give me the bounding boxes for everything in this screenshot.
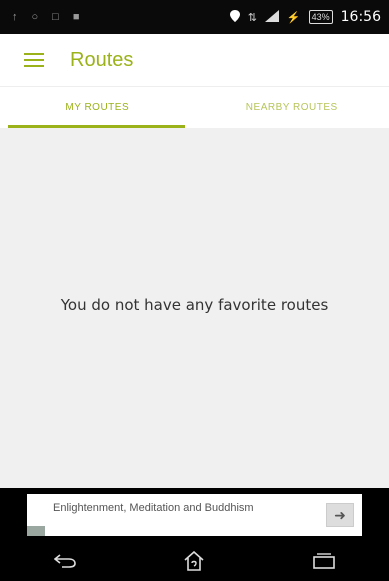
battery-indicator: 43% <box>308 10 333 24</box>
status-left-icons: ↑ ○ □ ■ <box>12 11 79 23</box>
mobile-data-icon: ⇅ <box>247 11 257 24</box>
tab-nearby-routes[interactable]: NEARBY ROUTES <box>195 87 389 128</box>
media-icon: ■ <box>72 11 80 23</box>
page-title: Routes <box>70 48 134 71</box>
location-pin-icon <box>229 9 240 25</box>
tab-bar: MY ROUTES NEARBY ROUTES <box>0 86 389 128</box>
ad-card[interactable]: Enlightenment, Meditation and Buddhism ➜ <box>27 494 362 536</box>
status-right-icons: ⇅ ⚡ 43% 16:56 <box>229 9 381 25</box>
screenshot-icon: □ <box>52 11 59 23</box>
notification-icon: ↑ <box>12 11 18 23</box>
ad-banner: Enlightenment, Meditation and Buddhism ➜ <box>0 488 389 540</box>
arrow-right-icon[interactable]: ➜ <box>326 503 354 527</box>
app-bar: Routes <box>0 34 389 86</box>
charging-icon: ⚡ <box>286 11 301 24</box>
navigation-bar <box>0 540 389 581</box>
home-icon[interactable] <box>174 546 214 576</box>
tab-my-routes[interactable]: MY ROUTES <box>0 87 195 128</box>
empty-state-message: You do not have any favorite routes <box>60 296 329 314</box>
routes-content: You do not have any favorite routes <box>0 128 389 488</box>
signal-icon <box>264 9 279 25</box>
gps-icon: ○ <box>31 11 39 23</box>
back-icon[interactable] <box>45 546 85 576</box>
status-bar: ↑ ○ □ ■ ⇅ ⚡ 43% 16:56 <box>0 0 389 34</box>
ad-text: Enlightenment, Meditation and Buddhism <box>53 502 254 514</box>
ad-thumbnail <box>27 526 45 536</box>
recents-icon[interactable] <box>304 546 344 576</box>
clock: 16:56 <box>340 9 381 25</box>
hamburger-menu-icon[interactable] <box>24 53 44 67</box>
